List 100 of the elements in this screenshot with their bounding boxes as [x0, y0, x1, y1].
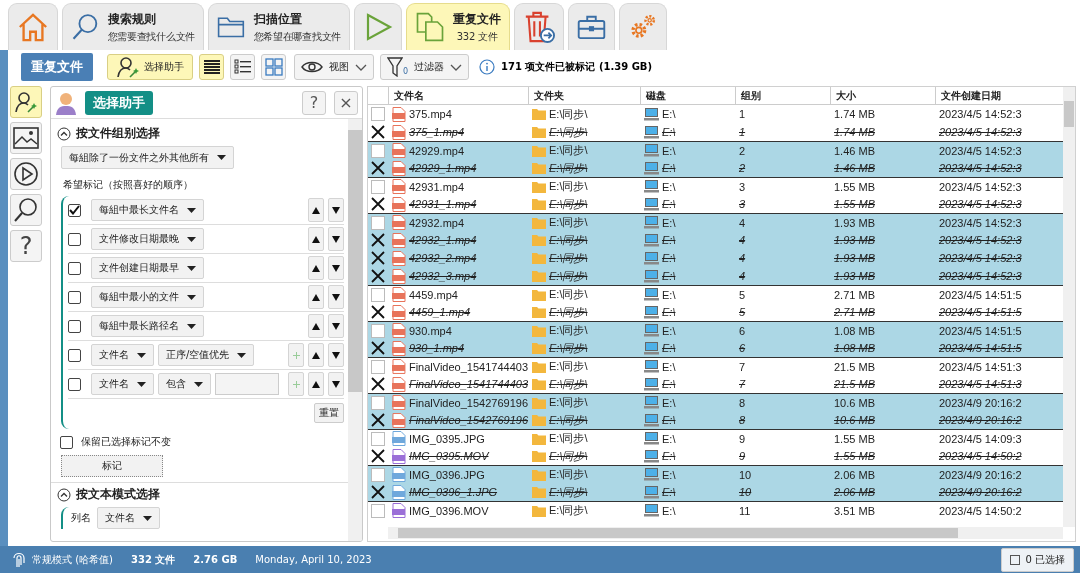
table-row[interactable]: IMG_0395.JPG E:\同步\ E:\ 9 1.55 MB 2023/4/5 14:09:3	[368, 429, 1063, 447]
table-row[interactable]: 375.mp4 E:\同步\ E:\ 1 1.74 MB 2023/4/5 14:52:3	[368, 105, 1063, 123]
column-header[interactable]: 文件夹	[528, 87, 640, 105]
checkbox[interactable]	[68, 319, 81, 333]
checkbox[interactable]	[371, 323, 385, 338]
column-header[interactable]: 大小	[830, 87, 935, 105]
title-button[interactable]: 重复文件	[21, 53, 93, 81]
column-header[interactable]: 磁盘	[640, 87, 735, 105]
checkbox[interactable]	[371, 341, 385, 355]
checkbox[interactable]	[371, 449, 385, 463]
table-row[interactable]: FinalVideo_1542769196 E:\同步\ E:\ 8 10.6 MB 2023/4/9 20:16:2	[368, 411, 1063, 429]
table-row[interactable]: 42932_3.mp4 E:\同步\ E:\ 4 1.93 MB 2023/4/5 14:52:3	[368, 267, 1063, 285]
checkbox[interactable]	[371, 143, 385, 158]
help-button[interactable]: ?	[10, 230, 42, 262]
close-button[interactable]: ×	[334, 90, 358, 115]
tab[interactable]	[568, 3, 615, 50]
operator-dropdown[interactable]: 包含	[158, 373, 211, 395]
move-up-button[interactable]	[308, 314, 324, 338]
checkbox[interactable]	[371, 377, 385, 391]
scrollbar[interactable]	[388, 527, 1063, 539]
table-row[interactable]: 930.mp4 E:\同步\ E:\ 6 1.08 MB 2023/4/5 14:51:5	[368, 321, 1063, 339]
collapse-icon[interactable]	[57, 126, 71, 141]
move-down-button[interactable]	[328, 227, 344, 251]
move-down-button[interactable]	[328, 198, 344, 222]
table-row[interactable]: IMG_0396_1.JPG E:\同步\ E:\ 10 2.06 MB 2023/4/9 20:16:2	[368, 483, 1063, 501]
table-row[interactable]: FinalVideo_1541744403 E:\同步\ E:\ 7 21.5 MB 2023/4/5 14:51:3	[368, 357, 1063, 375]
column-header[interactable]: 文件名	[388, 87, 528, 105]
sidebar-button[interactable]	[10, 158, 42, 190]
checkbox[interactable]	[371, 503, 385, 518]
tab[interactable]	[514, 3, 564, 50]
criterion-dropdown[interactable]: 每組中最小的文件	[91, 286, 204, 308]
move-down-button[interactable]	[328, 314, 344, 338]
tab[interactable]: 重复文件 332 文件	[406, 3, 510, 50]
checkbox[interactable]	[371, 485, 385, 499]
sidebar-button[interactable]	[10, 194, 42, 226]
criterion-dropdown[interactable]: 文件名	[91, 373, 154, 395]
view-menu[interactable]: 视图	[294, 54, 374, 80]
table-row[interactable]: 42929_1.mp4 E:\同步\ E:\ 2 1.46 MB 2023/4/5 14:52:3	[368, 159, 1063, 177]
table-row[interactable]: 42929.mp4 E:\同步\ E:\ 2 1.46 MB 2023/4/5 14:52:3	[368, 141, 1063, 159]
help-button[interactable]: ?	[302, 90, 326, 115]
checkbox[interactable]	[68, 203, 81, 217]
criterion-dropdown[interactable]: 文件修改日期最晚	[91, 228, 204, 250]
column-dropdown[interactable]: 文件名	[97, 507, 160, 529]
checkbox[interactable]	[371, 251, 385, 265]
table-row[interactable]: 42932_1.mp4 E:\同步\ E:\ 4 1.93 MB 2023/4/5 14:52:3	[368, 231, 1063, 249]
column-header[interactable]: 组别	[735, 87, 830, 105]
checkbox[interactable]	[68, 290, 81, 304]
table-row[interactable]: IMG_0396.MOV E:\同步\ E:\ 11 3.51 MB 2023/4/5 14:50:2	[368, 501, 1063, 519]
checkbox[interactable]	[371, 287, 385, 302]
checkbox[interactable]	[371, 269, 385, 283]
move-up-button[interactable]	[308, 343, 324, 367]
sidebar-button[interactable]	[10, 122, 42, 154]
table-row[interactable]: IMG_0396.JPG E:\同步\ E:\ 10 2.06 MB 2023/4/9 20:16:2	[368, 465, 1063, 483]
table-row[interactable]: 375_1.mp4 E:\同步\ E:\ 1 1.74 MB 2023/4/5 14:52:3	[368, 123, 1063, 141]
criterion-dropdown[interactable]: 文件创建日期最早	[91, 257, 204, 279]
reset-button[interactable]: 重置	[314, 403, 344, 423]
table-row[interactable]: 42932.mp4 E:\同步\ E:\ 4 1.93 MB 2023/4/5 14:52:3	[368, 213, 1063, 231]
move-down-button[interactable]	[328, 256, 344, 280]
table-row[interactable]: 930_1.mp4 E:\同步\ E:\ 6 1.08 MB 2023/4/5 14:51:5	[368, 339, 1063, 357]
checkbox[interactable]	[68, 348, 81, 362]
checkbox[interactable]	[371, 431, 385, 446]
checkbox[interactable]	[371, 233, 385, 247]
checkbox[interactable]	[68, 232, 81, 246]
assistant-button[interactable]: 选择助手	[107, 54, 193, 80]
value-field[interactable]	[215, 373, 279, 395]
mark-button[interactable]: 标记	[61, 455, 163, 477]
view-button[interactable]	[199, 54, 224, 80]
scrollbar[interactable]	[348, 119, 362, 541]
criterion-dropdown[interactable]: 每組中最长路径名	[91, 315, 204, 337]
checkbox[interactable]	[371, 107, 385, 121]
checkbox[interactable]	[68, 377, 81, 391]
sidebar-button[interactable]	[10, 86, 42, 118]
table-row[interactable]: 4459.mp4 E:\同步\ E:\ 5 2.71 MB 2023/4/5 14:51:5	[368, 285, 1063, 303]
tab[interactable]	[354, 3, 402, 50]
move-down-button[interactable]	[328, 343, 344, 367]
move-up-button[interactable]	[308, 372, 324, 396]
move-down-button[interactable]	[328, 285, 344, 309]
checkbox[interactable]	[371, 395, 385, 410]
scrollbar[interactable]	[1063, 87, 1075, 527]
mode-dropdown[interactable]: 每組除了一份文件之外其他所有	[61, 146, 234, 169]
sort-order-dropdown[interactable]: 正序/空值优先	[158, 344, 255, 366]
move-up-button[interactable]	[308, 227, 324, 251]
selected-button[interactable]: 0 已选择	[1001, 547, 1074, 572]
checkbox[interactable]	[371, 161, 385, 175]
table-row[interactable]: 42932_2.mp4 E:\同步\ E:\ 4 1.93 MB 2023/4/5 14:52:3	[368, 249, 1063, 267]
move-down-button[interactable]	[328, 372, 344, 396]
checkbox[interactable]	[371, 179, 385, 194]
move-up-button[interactable]	[308, 285, 324, 309]
tab[interactable]: 扫描位置 您希望在哪查找文件	[208, 3, 350, 50]
move-up-button[interactable]	[308, 256, 324, 280]
checkbox[interactable]	[371, 197, 385, 211]
table-row[interactable]: FinalVideo_1542769196 E:\同步\ E:\ 8 10.6 MB 2023/4/9 20:16:2	[368, 393, 1063, 411]
checkbox[interactable]	[371, 215, 385, 230]
checkbox[interactable]	[371, 305, 385, 319]
criterion-dropdown[interactable]: 文件名	[91, 344, 154, 366]
table-row[interactable]: 42931.mp4 E:\同步\ E:\ 3 1.55 MB 2023/4/5 14:52:3	[368, 177, 1063, 195]
filter-menu[interactable]: 0 过滤器	[380, 54, 470, 80]
table-row[interactable]: 42931_1.mp4 E:\同步\ E:\ 3 1.55 MB 2023/4/5 14:52:3	[368, 195, 1063, 213]
checkbox[interactable]	[371, 467, 385, 482]
checkbox[interactable]	[60, 435, 73, 449]
